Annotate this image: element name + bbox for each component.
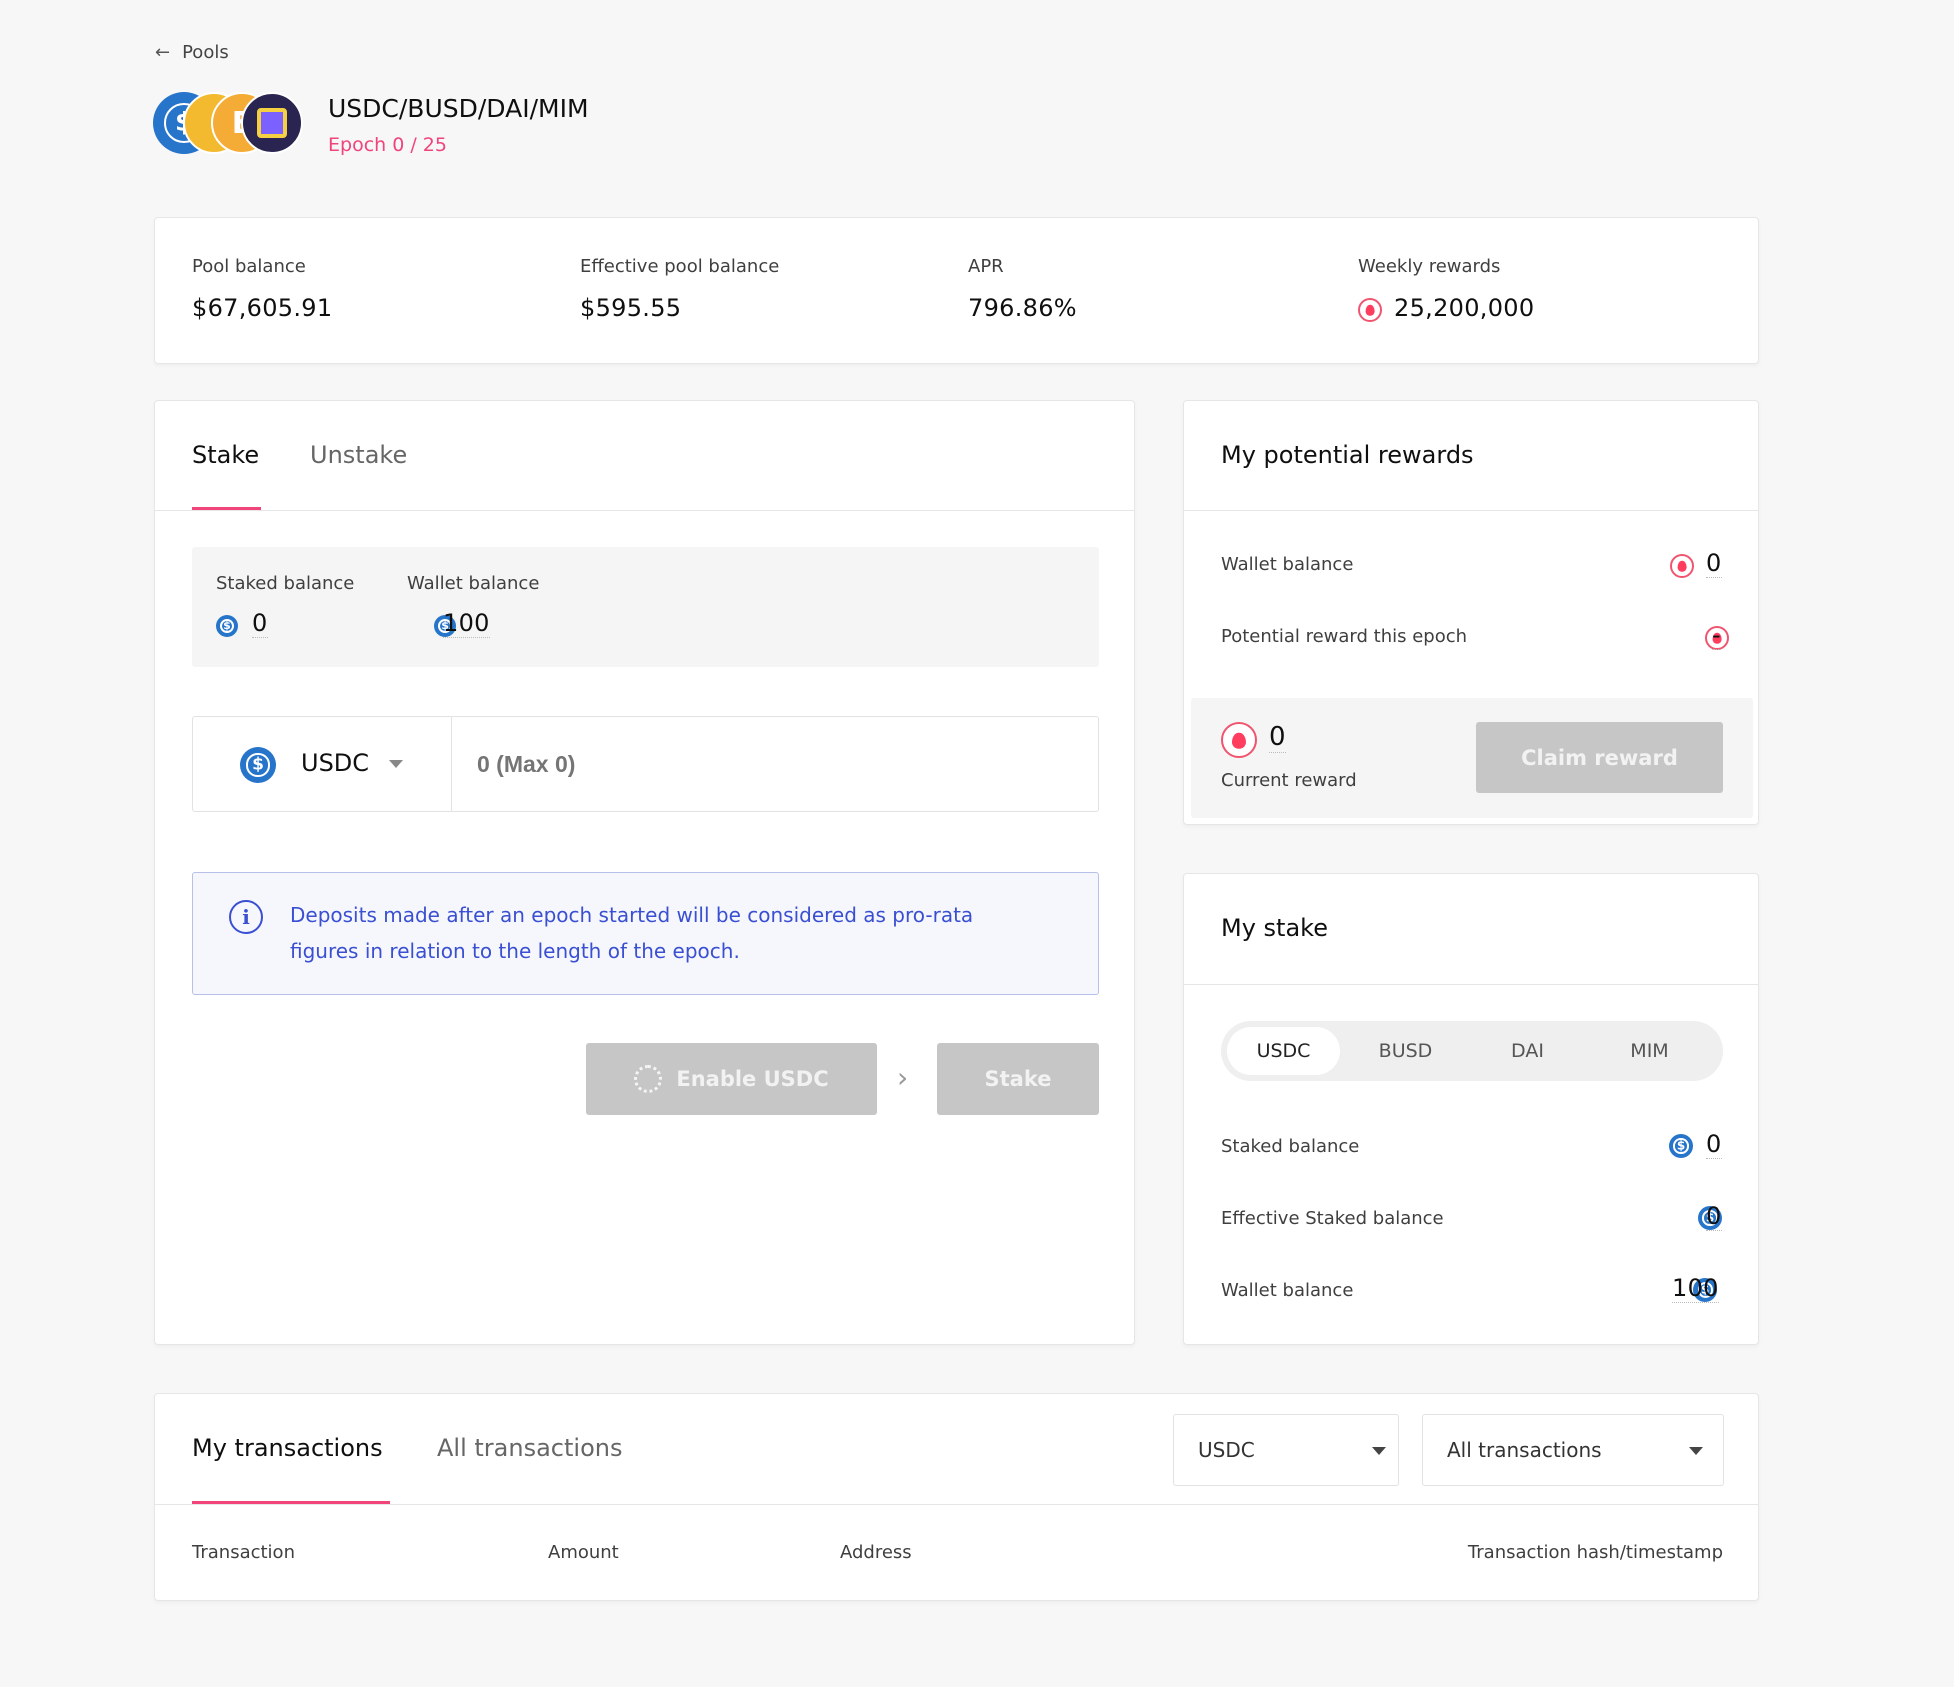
pool-title: USDC/BUSD/DAI/MIM [328,94,589,123]
effective-pool-balance-value: $595.55 [580,294,682,322]
potential-reward-label: Potential reward this epoch [1221,626,1468,647]
rewards-divider [1184,510,1758,511]
my-stake-wallet-value: 100 [1672,1274,1719,1303]
tab-all-transactions[interactable]: All transactions [437,1434,622,1462]
info-text-line2: figures in relation to the length of the… [290,939,740,963]
epoch-label: Epoch 0 / 25 [328,134,447,156]
my-stake-staked-label: Staked balance [1221,1136,1360,1157]
transactions-divider [155,1504,1758,1505]
info-notice: i Deposits made after an epoch started w… [192,872,1099,995]
enable-usdc-label: Enable USDC [676,1067,829,1091]
my-stake-title: My stake [1221,914,1328,942]
pool-balance-value: $67,605.91 [192,294,333,322]
mim-coin-icon [241,92,303,154]
potential-rewards-title: My potential rewards [1221,441,1474,469]
tab-unstake[interactable]: Unstake [310,441,407,469]
my-stake-card: My stake USDC BUSD DAI MIM Staked balanc… [1183,873,1759,1345]
my-stake-effective-label: Effective Staked balance [1221,1208,1444,1229]
token-segmented-control: USDC BUSD DAI MIM [1221,1021,1723,1081]
transaction-type-select[interactable]: All transactions [1422,1414,1724,1486]
current-reward-value: 0 [1269,722,1286,753]
column-header-transaction: Transaction [192,1542,295,1563]
chevron-down-icon [1689,1447,1703,1455]
fire-token-icon [1358,298,1382,322]
breadcrumb[interactable]: ← Pools [155,42,229,63]
my-stake-wallet-label: Wallet balance [1221,1280,1354,1301]
apr-label: APR [968,256,1004,277]
segment-mim[interactable]: MIM [1593,1027,1706,1075]
apr-value: 796.86% [968,294,1077,322]
token-filter-select[interactable]: USDC [1173,1414,1399,1486]
loading-spinner-icon [634,1065,663,1093]
info-icon: i [229,900,263,934]
usdc-icon [240,747,276,783]
token-select-dropdown[interactable]: USDC [193,717,452,811]
segment-busd[interactable]: BUSD [1349,1027,1462,1075]
fire-token-icon [1670,554,1694,578]
pool-balance-label: Pool balance [192,256,306,277]
claim-reward-label: Claim reward [1521,745,1678,770]
balance-box: Staked balance 0 Wallet balance 100 [192,547,1099,667]
arrow-left-icon: ← [155,42,171,63]
column-header-address: Address [840,1542,912,1563]
stake-button-label: Stake [984,1067,1052,1091]
token-filter-value: USDC [1198,1438,1255,1462]
wallet-balance-label: Wallet balance [407,573,540,594]
rewards-wallet-balance-label: Wallet balance [1221,554,1354,575]
stake-button[interactable]: Stake [937,1043,1099,1115]
column-header-amount: Amount [548,1542,619,1563]
wallet-balance-value: 100 [443,609,490,638]
tab-my-transactions[interactable]: My transactions [192,1434,383,1462]
pool-token-icons: E [153,92,303,154]
chevron-down-icon [389,760,403,768]
staked-balance-value: 0 [252,609,268,638]
usdc-icon [1669,1134,1693,1158]
stake-amount-input-group: USDC [192,716,1099,812]
claim-reward-button[interactable]: Claim reward [1476,722,1723,793]
stake-amount-input[interactable] [453,717,1098,811]
stake-panel: Stake Unstake Staked balance 0 Wallet ba… [154,400,1135,1345]
breadcrumb-pools-link[interactable]: Pools [182,42,229,63]
token-select-label: USDC [301,749,370,777]
weekly-rewards-label: Weekly rewards [1358,256,1501,277]
potential-reward-value: - [1712,621,1721,650]
rewards-wallet-balance-value: 0 [1706,549,1722,578]
info-text-line1: Deposits made after an epoch started wil… [290,903,974,927]
current-reward-label: Current reward [1221,770,1357,791]
weekly-rewards-value: 25,200,000 [1394,294,1535,322]
tab-stake[interactable]: Stake [192,441,259,469]
enable-usdc-button[interactable]: Enable USDC [586,1043,877,1115]
my-stake-staked-value: 0 [1706,1130,1722,1159]
my-stake-effective-value: 0 [1706,1202,1722,1231]
fire-token-icon [1221,722,1257,758]
current-reward-box: 0 Current reward Claim reward [1191,698,1753,818]
column-header-hash-timestamp: Transaction hash/timestamp [1467,1542,1723,1563]
effective-pool-balance-label: Effective pool balance [580,256,780,277]
chevron-right-icon: › [897,1061,909,1094]
chevron-down-icon [1372,1447,1386,1455]
my-stake-divider [1184,984,1758,985]
segment-dai[interactable]: DAI [1471,1027,1584,1075]
staked-balance-label: Staked balance [216,573,355,594]
transactions-card: My transactions All transactions USDC Al… [154,1393,1759,1601]
usdc-icon [216,615,238,637]
potential-rewards-card: My potential rewards Wallet balance 0 Po… [1183,400,1759,825]
transaction-type-value: All transactions [1447,1438,1602,1462]
tabs-divider [155,510,1134,511]
segment-usdc[interactable]: USDC [1227,1027,1340,1075]
pool-stats-card: Pool balance $67,605.91 Effective pool b… [154,217,1759,364]
